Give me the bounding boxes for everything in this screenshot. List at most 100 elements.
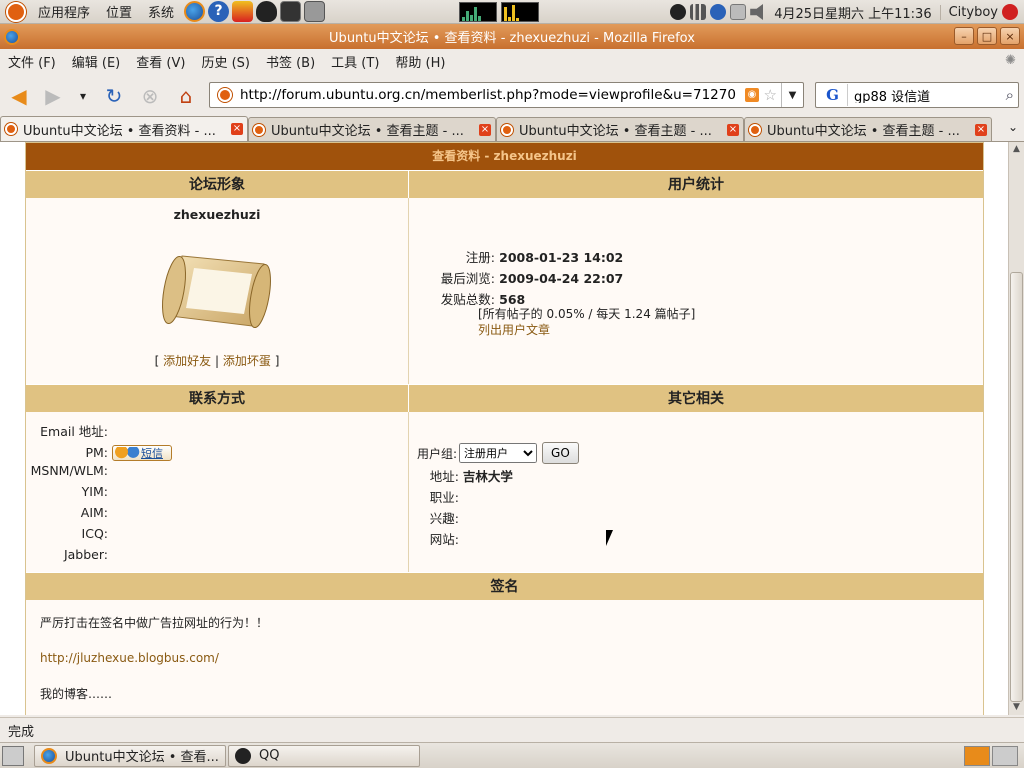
pm-label: PM: xyxy=(85,445,108,460)
taskbar-item-firefox[interactable]: Ubuntu中文论坛 • 查看... xyxy=(34,744,226,767)
search-icon[interactable]: ⌕ xyxy=(1006,86,1014,104)
workspace-1[interactable] xyxy=(964,746,990,766)
scroll-avatar xyxy=(152,234,282,344)
tab-close-icon[interactable]: × xyxy=(727,123,739,136)
signature-link[interactable]: http://jluzhexue.blogbus.com/ xyxy=(40,651,219,665)
bluetooth-icon[interactable] xyxy=(710,4,727,20)
history-dropdown-icon[interactable]: ▾ xyxy=(74,83,92,109)
bottom-panel: Ubuntu中文论坛 • 查看... QQ xyxy=(0,742,1024,768)
rss-icon[interactable]: ◉ xyxy=(745,88,759,102)
group-select[interactable]: 注册用户 xyxy=(459,443,538,463)
window-titlebar[interactable]: Ubuntu中文论坛 • 查看资料 - zhexuezhuzi - Mozill… xyxy=(0,24,1024,49)
terminal-launcher-icon[interactable] xyxy=(280,1,302,22)
reload-icon[interactable]: ↻ xyxy=(101,83,127,109)
group-label: 用户组: xyxy=(417,446,458,461)
signal-icon[interactable] xyxy=(690,4,707,20)
tab-close-icon[interactable]: × xyxy=(975,123,987,136)
ubuntu-logo-icon xyxy=(6,1,26,22)
go-button[interactable]: GO xyxy=(542,442,579,464)
bracket-close: ] xyxy=(274,354,280,368)
tab-close-icon[interactable]: × xyxy=(231,123,243,135)
tab-strip: Ubuntu中文论坛 • 查看资料 - ... × Ubuntu中文论坛 • 查… xyxy=(0,116,1024,142)
menu-edit[interactable]: 编辑 (E) xyxy=(64,52,129,71)
page-content: 查看资料 - zhexuezhuzi 论坛形象 用户统计 zhexuezhuzi xyxy=(0,142,1008,715)
places-menu[interactable]: 位置 xyxy=(98,2,140,21)
contact-section-title: 联系方式 xyxy=(26,384,409,412)
firefox-icon xyxy=(4,29,20,45)
scroll-down-icon[interactable]: ▼ xyxy=(1009,700,1024,715)
url-bar[interactable]: ◉ ☆ ▼ xyxy=(209,82,804,108)
maximize-button[interactable]: □ xyxy=(977,27,997,45)
clock[interactable]: 4月25日星期六 上午11:36 xyxy=(770,3,935,22)
qq-launcher-icon[interactable] xyxy=(256,1,278,22)
jabber-label: Jabber: xyxy=(63,547,108,562)
vertical-scrollbar[interactable]: ▲ ▼ xyxy=(1008,142,1024,715)
last-visit-value: 2009-04-24 22:07 xyxy=(499,271,624,286)
net-monitor xyxy=(501,2,539,22)
stop-icon[interactable]: ⊗ xyxy=(137,83,163,109)
tab-label: Ubuntu中文论坛 • 查看主题 - ... xyxy=(519,124,712,139)
stats-cell: 注册: 2008-01-23 14:02 最后浏览: 2009-04-24 22… xyxy=(409,198,983,384)
tab-close-icon[interactable]: × xyxy=(479,123,491,136)
tab-1[interactable]: Ubuntu中文论坛 • 查看资料 - ... × xyxy=(0,116,248,141)
user-switcher[interactable]: Cityboy xyxy=(939,4,998,20)
pm-button[interactable]: 短信 xyxy=(112,444,172,461)
power-icon[interactable] xyxy=(1002,4,1018,20)
top-panel: 应用程序 位置 系统 ? 4月25日星期六 上午11:36 Cityboy xyxy=(0,0,1024,24)
forward-icon[interactable]: ▶ xyxy=(40,83,66,109)
url-input[interactable] xyxy=(240,87,740,103)
menu-bar: 文件 (F) 编辑 (E) 查看 (V) 历史 (S) 书签 (B) 工具 (T… xyxy=(0,49,1024,73)
email-label: Email 地址: xyxy=(40,424,108,439)
search-engine-icon[interactable]: G xyxy=(818,84,848,106)
joined-value: 2008-01-23 14:02 xyxy=(499,250,624,265)
bracket-separator: | xyxy=(214,354,220,368)
printer-icon[interactable] xyxy=(730,4,747,20)
last-visit-label: 最后浏览: xyxy=(440,271,495,286)
search-user-posts-link[interactable]: 列出用户文章 xyxy=(478,323,550,337)
minimize-button[interactable]: – xyxy=(954,27,974,45)
menu-tools[interactable]: 工具 (T) xyxy=(323,52,387,71)
tab-label: Ubuntu中文论坛 • 查看资料 - ... xyxy=(23,123,216,139)
scroll-up-icon[interactable]: ▲ xyxy=(1009,142,1024,157)
system-tray: 4月25日星期六 上午11:36 Cityboy xyxy=(670,0,1024,24)
yim-label: YIM: xyxy=(81,484,108,499)
icq-label: ICQ: xyxy=(81,526,108,541)
back-icon[interactable]: ◀ xyxy=(6,83,32,109)
menu-help[interactable]: 帮助 (H) xyxy=(387,52,453,71)
workspace-switcher[interactable] xyxy=(964,746,1018,766)
other-cell: 用户组: 注册用户 GO 地址: 吉林大学 职业: 兴趣: 网站: xyxy=(409,412,983,572)
camera-launcher-icon[interactable] xyxy=(304,1,326,22)
help-launcher-icon[interactable]: ? xyxy=(208,1,230,22)
profile-username: zhexuezhuzi xyxy=(173,207,261,222)
add-foe-link[interactable]: 添加坏蛋 xyxy=(223,354,271,368)
stats-section-title: 用户统计 xyxy=(409,170,983,198)
occupation-label: 职业: xyxy=(429,490,459,505)
volume-icon[interactable] xyxy=(750,4,763,20)
tab-4[interactable]: Ubuntu中文论坛 • 查看主题 - ... × xyxy=(744,117,992,141)
home-icon[interactable]: ⌂ xyxy=(173,83,199,109)
close-button[interactable]: × xyxy=(1000,27,1020,45)
search-bar[interactable]: G ⌕ xyxy=(815,82,1019,108)
tab-2[interactable]: Ubuntu中文论坛 • 查看主题 - ... × xyxy=(248,117,496,141)
url-dropdown-icon[interactable]: ▼ xyxy=(781,83,803,107)
search-input[interactable] xyxy=(854,87,994,103)
bookmark-star-icon[interactable]: ☆ xyxy=(764,86,777,104)
tab-3[interactable]: Ubuntu中文论坛 • 查看主题 - ... × xyxy=(496,117,744,141)
joined-label: 注册: xyxy=(465,250,495,265)
add-friend-link[interactable]: 添加好友 xyxy=(163,354,211,368)
system-menu[interactable]: 系统 xyxy=(140,2,182,21)
shield-launcher-icon[interactable] xyxy=(232,1,254,22)
scrollbar-thumb[interactable] xyxy=(1010,272,1023,702)
firefox-launcher-icon[interactable] xyxy=(184,1,206,22)
menu-history[interactable]: 历史 (S) xyxy=(193,52,258,71)
taskbar-item-qq[interactable]: QQ xyxy=(228,744,420,767)
status-text: 完成 xyxy=(8,724,35,740)
workspace-2[interactable] xyxy=(992,746,1018,766)
tab-list-chevron-icon[interactable]: ⌄ xyxy=(1008,120,1018,134)
applications-menu[interactable]: 应用程序 xyxy=(30,2,98,21)
menu-file[interactable]: 文件 (F) xyxy=(0,52,64,71)
qq-tray-icon[interactable] xyxy=(670,4,687,20)
menu-bookmarks[interactable]: 书签 (B) xyxy=(258,52,323,71)
menu-view[interactable]: 查看 (V) xyxy=(128,52,193,71)
show-desktop-icon[interactable] xyxy=(2,745,24,766)
